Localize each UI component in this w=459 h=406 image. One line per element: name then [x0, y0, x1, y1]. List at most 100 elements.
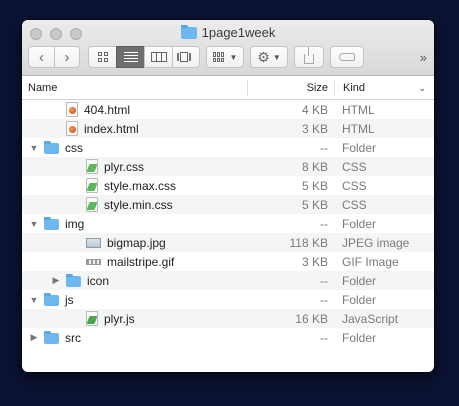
sort-chevron-icon: ⌄ [418, 82, 426, 93]
disclosure-triangle-icon[interactable]: ▶ [28, 332, 40, 343]
group-by-button[interactable]: ▼ [206, 46, 244, 68]
file-row[interactable]: ▶ src -- Folder [22, 328, 434, 347]
coverflow-view-button[interactable] [172, 46, 200, 68]
kind-column-header[interactable]: Kind ⌄ [334, 79, 434, 96]
group-by-icon [212, 52, 227, 62]
tags-button[interactable] [330, 46, 364, 68]
file-kind: CSS [342, 159, 367, 174]
file-name: img [65, 216, 85, 231]
action-button[interactable]: ⚙ ▼ [250, 46, 288, 68]
file-name-cell: 404.html [22, 102, 247, 117]
file-kind: Folder [342, 140, 377, 155]
column-view-button[interactable] [144, 46, 172, 68]
file-row[interactable]: ▼ img -- Folder [22, 214, 434, 233]
file-name-cell: ▼ css [22, 141, 247, 155]
file-name: plyr.css [104, 159, 145, 174]
file-row[interactable]: 404.html 4 KB HTML [22, 100, 434, 119]
file-row[interactable]: plyr.css 8 KB CSS [22, 157, 434, 176]
file-name: 404.html [84, 102, 131, 117]
folder-icon [44, 217, 59, 230]
list-view-icon [123, 52, 138, 62]
file-name: index.html [84, 121, 139, 136]
column-view-icon [150, 52, 167, 62]
file-row[interactable]: ▼ js -- Folder [22, 290, 434, 309]
file-row[interactable]: mailstripe.gif 3 KB GIF Image [22, 252, 434, 271]
file-name-cell: plyr.css [22, 159, 247, 174]
file-size: 8 KB [301, 159, 328, 174]
html-file-icon [66, 121, 78, 136]
file-name: icon [87, 273, 110, 288]
css-file-icon [86, 178, 98, 193]
file-row[interactable]: style.max.css 5 KB CSS [22, 176, 434, 195]
folder-icon [44, 293, 59, 306]
file-name: bigmap.jpg [107, 235, 166, 250]
file-row[interactable]: ▼ css -- Folder [22, 138, 434, 157]
file-list: 404.html 4 KB HTML index.html 3 KB HTML ▼ css --… [22, 100, 434, 347]
chevron-right-icon: › [64, 48, 70, 66]
file-size: 3 KB [301, 121, 328, 136]
file-row[interactable]: bigmap.jpg 118 KB JPEG image [22, 233, 434, 252]
file-name: js [65, 292, 74, 307]
file-kind: CSS [342, 178, 367, 193]
disclosure-triangle-icon[interactable]: ▼ [28, 219, 40, 229]
forward-button[interactable]: › [54, 46, 80, 68]
file-name-cell: bigmap.jpg [22, 236, 247, 250]
css-file-icon [86, 197, 98, 212]
chevron-left-icon: ‹ [39, 48, 44, 66]
file-kind: Folder [342, 273, 377, 288]
js-file-icon [86, 311, 98, 326]
file-kind: GIF Image [342, 254, 399, 269]
tag-icon [339, 53, 355, 61]
file-kind: JPEG image [342, 235, 410, 250]
file-name-cell: ▼ img [22, 217, 247, 231]
file-row[interactable]: style.min.css 5 KB CSS [22, 195, 434, 214]
finder-window: 1page1week ‹ › ▼ ⚙ ▼ » Name Size Kind ⌄ … [22, 20, 434, 372]
file-name-cell: style.max.css [22, 178, 247, 193]
file-size: -- [320, 216, 328, 231]
gif-file-icon [86, 258, 101, 265]
file-kind: HTML [342, 121, 375, 136]
disclosure-triangle-icon[interactable]: ▶ [50, 275, 62, 286]
file-name: style.max.css [104, 178, 177, 193]
file-size: 118 KB [289, 235, 328, 250]
window-title: 1page1week [22, 24, 434, 40]
file-row[interactable]: index.html 3 KB HTML [22, 119, 434, 138]
title-bar[interactable]: 1page1week ‹ › ▼ ⚙ ▼ » [22, 20, 434, 76]
file-size: -- [320, 140, 328, 155]
folder-icon [44, 331, 59, 344]
name-column-header[interactable]: Name [22, 82, 247, 94]
file-name: src [65, 330, 81, 345]
view-mode-buttons [88, 46, 200, 68]
disclosure-triangle-icon[interactable]: ▼ [28, 143, 40, 153]
file-kind: HTML [342, 102, 375, 117]
icon-view-icon [97, 52, 108, 62]
share-button[interactable] [294, 46, 324, 68]
file-size: -- [320, 330, 328, 345]
size-column-header[interactable]: Size [247, 79, 334, 96]
file-name-cell: plyr.js [22, 311, 247, 326]
file-row[interactable]: plyr.js 16 KB JavaScript [22, 309, 434, 328]
file-name-cell: ▶ icon [22, 274, 247, 288]
file-name-cell: mailstripe.gif [22, 255, 247, 269]
file-name-cell: index.html [22, 121, 247, 136]
file-kind: Folder [342, 216, 377, 231]
window-title-text: 1page1week [201, 25, 276, 40]
file-name: mailstripe.gif [107, 254, 175, 269]
file-size: 4 KB [301, 102, 328, 117]
file-name: style.min.css [104, 197, 173, 212]
toolbar-overflow-button[interactable]: » [420, 50, 428, 65]
list-view-button[interactable] [116, 46, 144, 68]
file-row[interactable]: ▶ icon -- Folder [22, 271, 434, 290]
image-file-icon [86, 237, 101, 248]
file-name: css [65, 140, 83, 155]
disclosure-triangle-icon[interactable]: ▼ [28, 295, 40, 305]
back-button[interactable]: ‹ [28, 46, 54, 68]
file-kind: Folder [342, 292, 377, 307]
file-size: 16 KB [295, 311, 328, 326]
caret-down-icon: ▼ [229, 52, 238, 62]
html-file-icon [66, 102, 78, 117]
icon-view-button[interactable] [88, 46, 116, 68]
folder-icon [44, 141, 59, 154]
coverflow-view-icon [177, 52, 195, 62]
file-name-cell: ▼ js [22, 293, 247, 307]
